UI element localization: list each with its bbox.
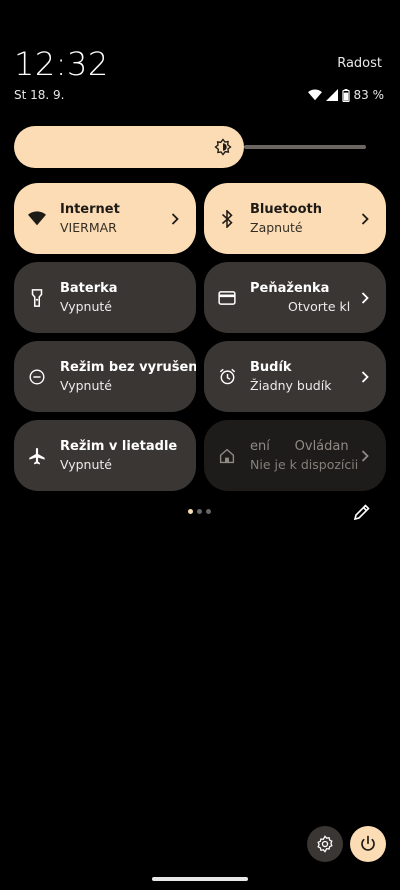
battery-percentage: 83 %: [353, 88, 385, 102]
brightness-fill[interactable]: [14, 126, 244, 168]
alarm-icon: [219, 368, 235, 385]
chevron-right-icon: [361, 449, 369, 462]
chevron-right-icon: [361, 291, 369, 304]
carrier-name: Radost: [337, 56, 382, 71]
power-icon: [361, 835, 375, 851]
edit-pencil-icon[interactable]: [352, 502, 372, 522]
tile-subtitle: Vypnuté: [60, 298, 112, 314]
tile-title: Internet: [60, 201, 120, 217]
gear-icon: [317, 835, 333, 853]
home-icon: [219, 448, 235, 463]
tile-subtitle: Otvorte kl: [288, 298, 351, 314]
do-not-disturb-icon: [29, 369, 45, 384]
bluetooth-icon: [221, 209, 233, 228]
wifi-icon: [307, 89, 322, 101]
chevron-right-icon: [171, 212, 179, 225]
wifi-icon: [28, 211, 46, 226]
power-button[interactable]: [350, 826, 386, 862]
tile-subtitle: Žiadny budík: [250, 377, 332, 393]
tile-home-controls[interactable]: ení Ovládan Nie je k dispozícii: [204, 420, 386, 491]
tile-subtitle: VIERMAR: [60, 219, 117, 235]
chevron-right-icon: [361, 212, 369, 225]
tile-subtitle: Zapnuté: [250, 219, 303, 235]
tile-subtitle: Vypnuté: [60, 377, 112, 393]
page-dot: [197, 509, 202, 514]
battery-icon: [341, 88, 350, 102]
tile-title: Peňaženka: [250, 280, 330, 296]
settings-button[interactable]: [307, 826, 343, 862]
airplane-icon: [29, 447, 45, 464]
brightness-track[interactable]: [244, 145, 366, 149]
date[interactable]: St 18. 9.: [14, 88, 64, 102]
tile-title: Budík: [250, 359, 292, 375]
tile-title: Režim v lietadle: [60, 438, 178, 454]
status-icons: 83 %: [307, 88, 385, 102]
flashlight-icon: [31, 288, 43, 307]
brightness-slider[interactable]: [14, 126, 366, 168]
tile-bluetooth[interactable]: Bluetooth Zapnuté: [204, 183, 386, 254]
tile-subtitle: Vypnuté: [60, 456, 112, 472]
tile-title: Baterka: [60, 280, 118, 296]
tile-airplane-mode[interactable]: Režim v lietadle Vypnuté: [14, 420, 196, 491]
tile-subtitle: Nie je k dispozícii: [250, 456, 358, 472]
brightness-icon: [214, 138, 232, 156]
tile-wallet[interactable]: Peňaženka Otvorte kl: [204, 262, 386, 333]
tile-flashlight[interactable]: Baterka Vypnuté: [14, 262, 196, 333]
tile-title: Bluetooth: [250, 201, 322, 217]
tile-title: ení Ovládan: [250, 438, 349, 454]
chevron-right-icon: [361, 370, 369, 383]
signal-icon: [325, 89, 338, 101]
page-dot: [206, 509, 211, 514]
page-dot-active: [188, 509, 193, 514]
page-indicator: [188, 509, 211, 514]
tile-do-not-disturb[interactable]: Režim bez vyrušení Vypnuté: [14, 341, 196, 412]
gesture-navigation-bar[interactable]: [152, 877, 248, 881]
clock[interactable]: 12:32: [14, 44, 109, 84]
tile-internet[interactable]: Internet VIERMAR: [14, 183, 196, 254]
tile-title: Režim bez vyrušení: [60, 359, 196, 375]
wallet-icon: [218, 290, 236, 305]
tile-alarm[interactable]: Budík Žiadny budík: [204, 341, 386, 412]
